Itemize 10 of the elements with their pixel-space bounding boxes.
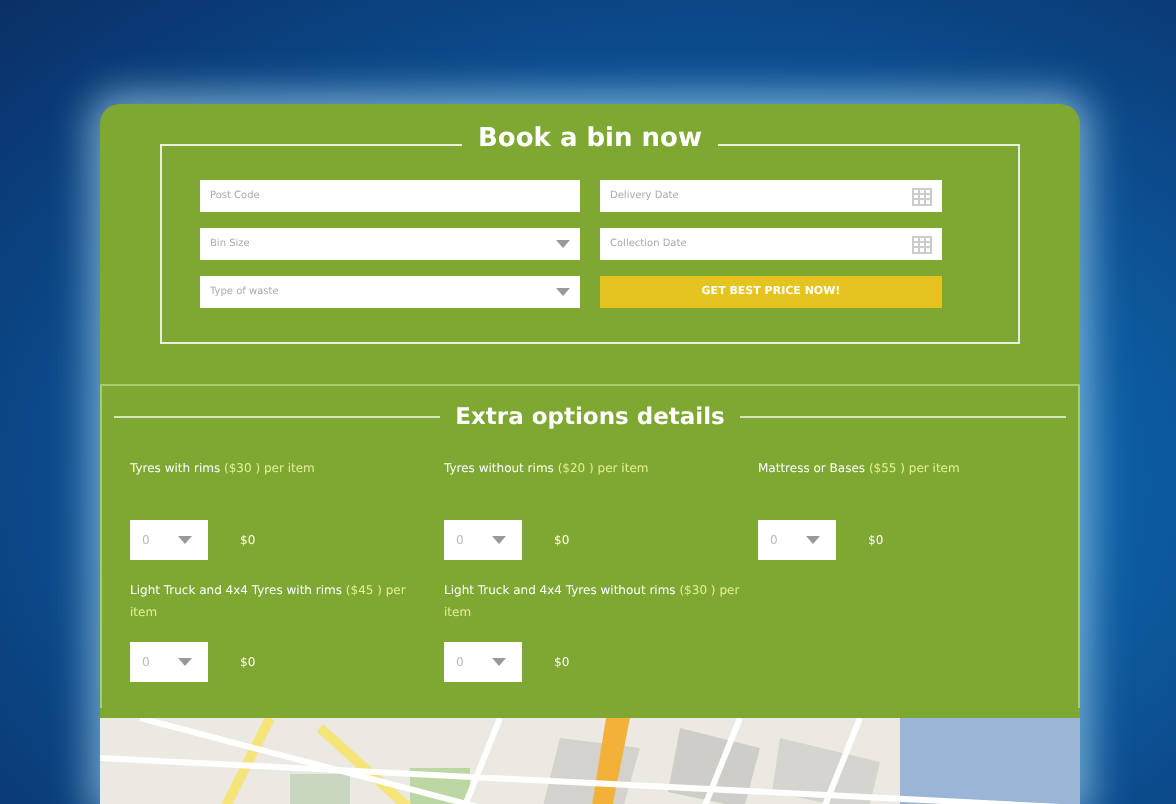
caret-icon: [492, 536, 506, 544]
section-title: Extra options details: [455, 402, 725, 430]
caret-icon: [178, 536, 192, 544]
caret-icon: [556, 240, 570, 248]
calendar-icon: [912, 235, 932, 253]
calendar-icon: [912, 187, 932, 205]
caret-icon: [806, 536, 820, 544]
caret-icon: [492, 658, 506, 666]
caret-icon: [178, 658, 192, 666]
caret-icon: [556, 288, 570, 296]
